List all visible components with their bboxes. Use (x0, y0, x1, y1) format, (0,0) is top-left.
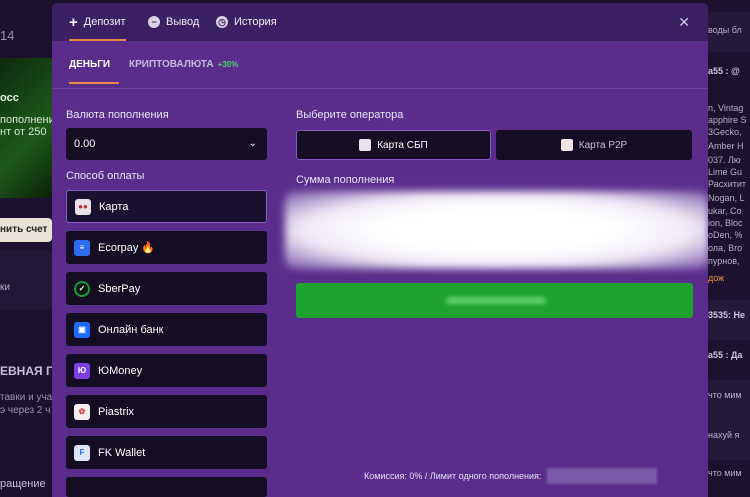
p2p-card-icon (560, 139, 573, 151)
chevron-down-icon: ⌄ (248, 138, 257, 149)
chat-line: а55 : @ (708, 66, 740, 76)
chat-line: 037. Лю (708, 155, 741, 165)
yumoney-icon: Ю (74, 362, 90, 379)
payment-method-piastrix[interactable]: ✿ Piastrix (66, 395, 267, 428)
chat-line: apphire S (708, 115, 747, 125)
online-bank-icon: ▣ (74, 321, 90, 338)
chat-line: Amber H (708, 141, 744, 151)
tab-crypto[interactable]: КРИПТОВАЛЮТА +30% (129, 59, 238, 70)
currency-value: 0.00 (74, 138, 96, 150)
payment-method-label: Онлайн банк (98, 323, 164, 336)
limit-value-redacted (547, 468, 658, 484)
chat-line: дож (708, 273, 725, 283)
tab-deposit-label: Депозит (83, 16, 126, 28)
chat-line: Lime Gu (708, 167, 743, 177)
payment-method-label: SberPay (98, 282, 141, 295)
payment-method-label: ЮMoney (98, 364, 143, 377)
bg-promo-line: пополнени (0, 114, 52, 126)
payment-method-label: Ecorpay 🔥 (98, 242, 156, 254)
chat-line: 3535: Не (708, 310, 746, 320)
tab-history[interactable]: ◷ История (216, 3, 277, 41)
bg-cta-button: нить счет (0, 218, 52, 242)
bg-promo-banner: осс пополнени нт от 250 (0, 58, 52, 198)
divider (52, 88, 708, 89)
currency-select[interactable]: 0.00 ⌄ (66, 128, 267, 160)
ecorpay-icon: ≡ (74, 239, 90, 256)
tab-money-label: ДЕНЬГИ (69, 59, 111, 70)
clock-icon: ◷ (216, 16, 228, 28)
fk-wallet-icon: F (74, 444, 90, 461)
chat-line: пурнов, (708, 256, 740, 266)
chat-line: что мим (708, 390, 742, 400)
close-icon[interactable]: ✕ (678, 14, 690, 31)
amount-input[interactable] (285, 191, 708, 269)
operator-label-text: Карта СБП (377, 139, 428, 151)
operator-label-text: Карта P2P (578, 139, 628, 151)
bg-chat-strip (708, 420, 750, 460)
bg-promo-line: нт от 250 (0, 126, 47, 138)
deposit-modal: + Депозит − Вывод ◷ История ✕ ДЕНЬГИ КРИ… (52, 3, 708, 497)
background-chat-panel: воды бл а55 : @ n, Vintag apphire S 3Gec… (708, 0, 750, 497)
chat-line: ion, Bloc (708, 218, 743, 228)
bg-text: э через 2 ч (0, 405, 51, 416)
commission-info: Комиссия: 0% / Лимит одного пополнения: (262, 465, 708, 487)
submit-deposit-button[interactable] (296, 283, 693, 318)
chat-line: oDen, % (708, 230, 743, 240)
sbp-icon (359, 139, 372, 151)
bg-cta-row-text: ки (0, 282, 10, 293)
tab-money[interactable]: ДЕНЬГИ (69, 59, 110, 70)
chat-line: Расхитит (708, 179, 747, 189)
payment-method-label: Способ оплаты (66, 170, 145, 182)
payment-method-yumoney[interactable]: Ю ЮMoney (66, 354, 267, 387)
chat-line: а55 : Да (708, 350, 743, 360)
tab-deposit[interactable]: + Депозит (69, 3, 126, 41)
submit-label-blurred (446, 297, 546, 304)
payment-method-partial[interactable] (66, 477, 267, 497)
tab-withdraw[interactable]: − Вывод (148, 3, 199, 41)
bg-number: 14 (0, 28, 15, 43)
operator-label: Выберите оператора (296, 109, 404, 121)
operator-p2p-button[interactable]: Карта P2P (496, 130, 692, 160)
bg-cta-row: ки (0, 250, 52, 310)
payment-method-label: FK Wallet (98, 446, 146, 459)
chat-line: ukar, Co (708, 206, 742, 216)
active-tab-underline (69, 82, 119, 84)
currency-label: Валюта пополнения (66, 109, 169, 121)
minus-icon: − (148, 16, 160, 28)
crypto-bonus-badge: +30% (217, 60, 239, 69)
payment-method-label: Карта (99, 200, 129, 213)
chat-line: воды бл (708, 25, 742, 35)
visa-card-icon: ●● (75, 198, 91, 215)
chat-line: ола, Bro (708, 243, 743, 253)
chat-line: n, Vintag (708, 103, 744, 113)
payment-method-ecorpay[interactable]: ≡ Ecorpay 🔥 (66, 231, 267, 264)
operator-sbp-button[interactable]: Карта СБП (296, 130, 491, 160)
tab-crypto-label: КРИПТОВАЛЮТА (129, 59, 214, 70)
piastrix-icon: ✿ (74, 403, 90, 420)
bg-headline: ЕВНАЯ ГО (0, 364, 52, 378)
chat-line: Nogan, L (708, 193, 745, 203)
bg-promo-title: осс (0, 92, 19, 104)
commission-text: Комиссия: 0% / Лимит одного пополнения: (364, 471, 542, 481)
bg-chat-strip (708, 380, 750, 420)
payment-method-fk-wallet[interactable]: F FK Wallet (66, 436, 267, 469)
payment-method-sberpay[interactable]: ✓ SberPay (66, 272, 267, 305)
payment-method-online-bank[interactable]: ▣ Онлайн банк (66, 313, 267, 346)
bg-text: ращение (0, 478, 46, 490)
amount-label: Сумма пополнения (296, 174, 395, 186)
tab-history-label: История (234, 16, 277, 28)
modal-header: + Депозит − Вывод ◷ История ✕ (52, 3, 708, 41)
background-left-panel: 14 осс пополнени нт от 250 нить счет ки … (0, 0, 52, 497)
plus-icon: + (69, 13, 78, 31)
tab-withdraw-label: Вывод (166, 16, 200, 28)
bg-chat-strip (708, 300, 750, 340)
chat-line: что мим (708, 468, 742, 478)
payment-method-label: Piastrix (98, 405, 135, 418)
sberpay-icon: ✓ (74, 280, 90, 297)
payment-method-card[interactable]: ●● Карта (66, 190, 267, 223)
bg-text: тавки и уча (0, 392, 52, 403)
chat-line: 3Gecko, (708, 127, 742, 137)
chat-line: нахуй я (708, 430, 740, 440)
